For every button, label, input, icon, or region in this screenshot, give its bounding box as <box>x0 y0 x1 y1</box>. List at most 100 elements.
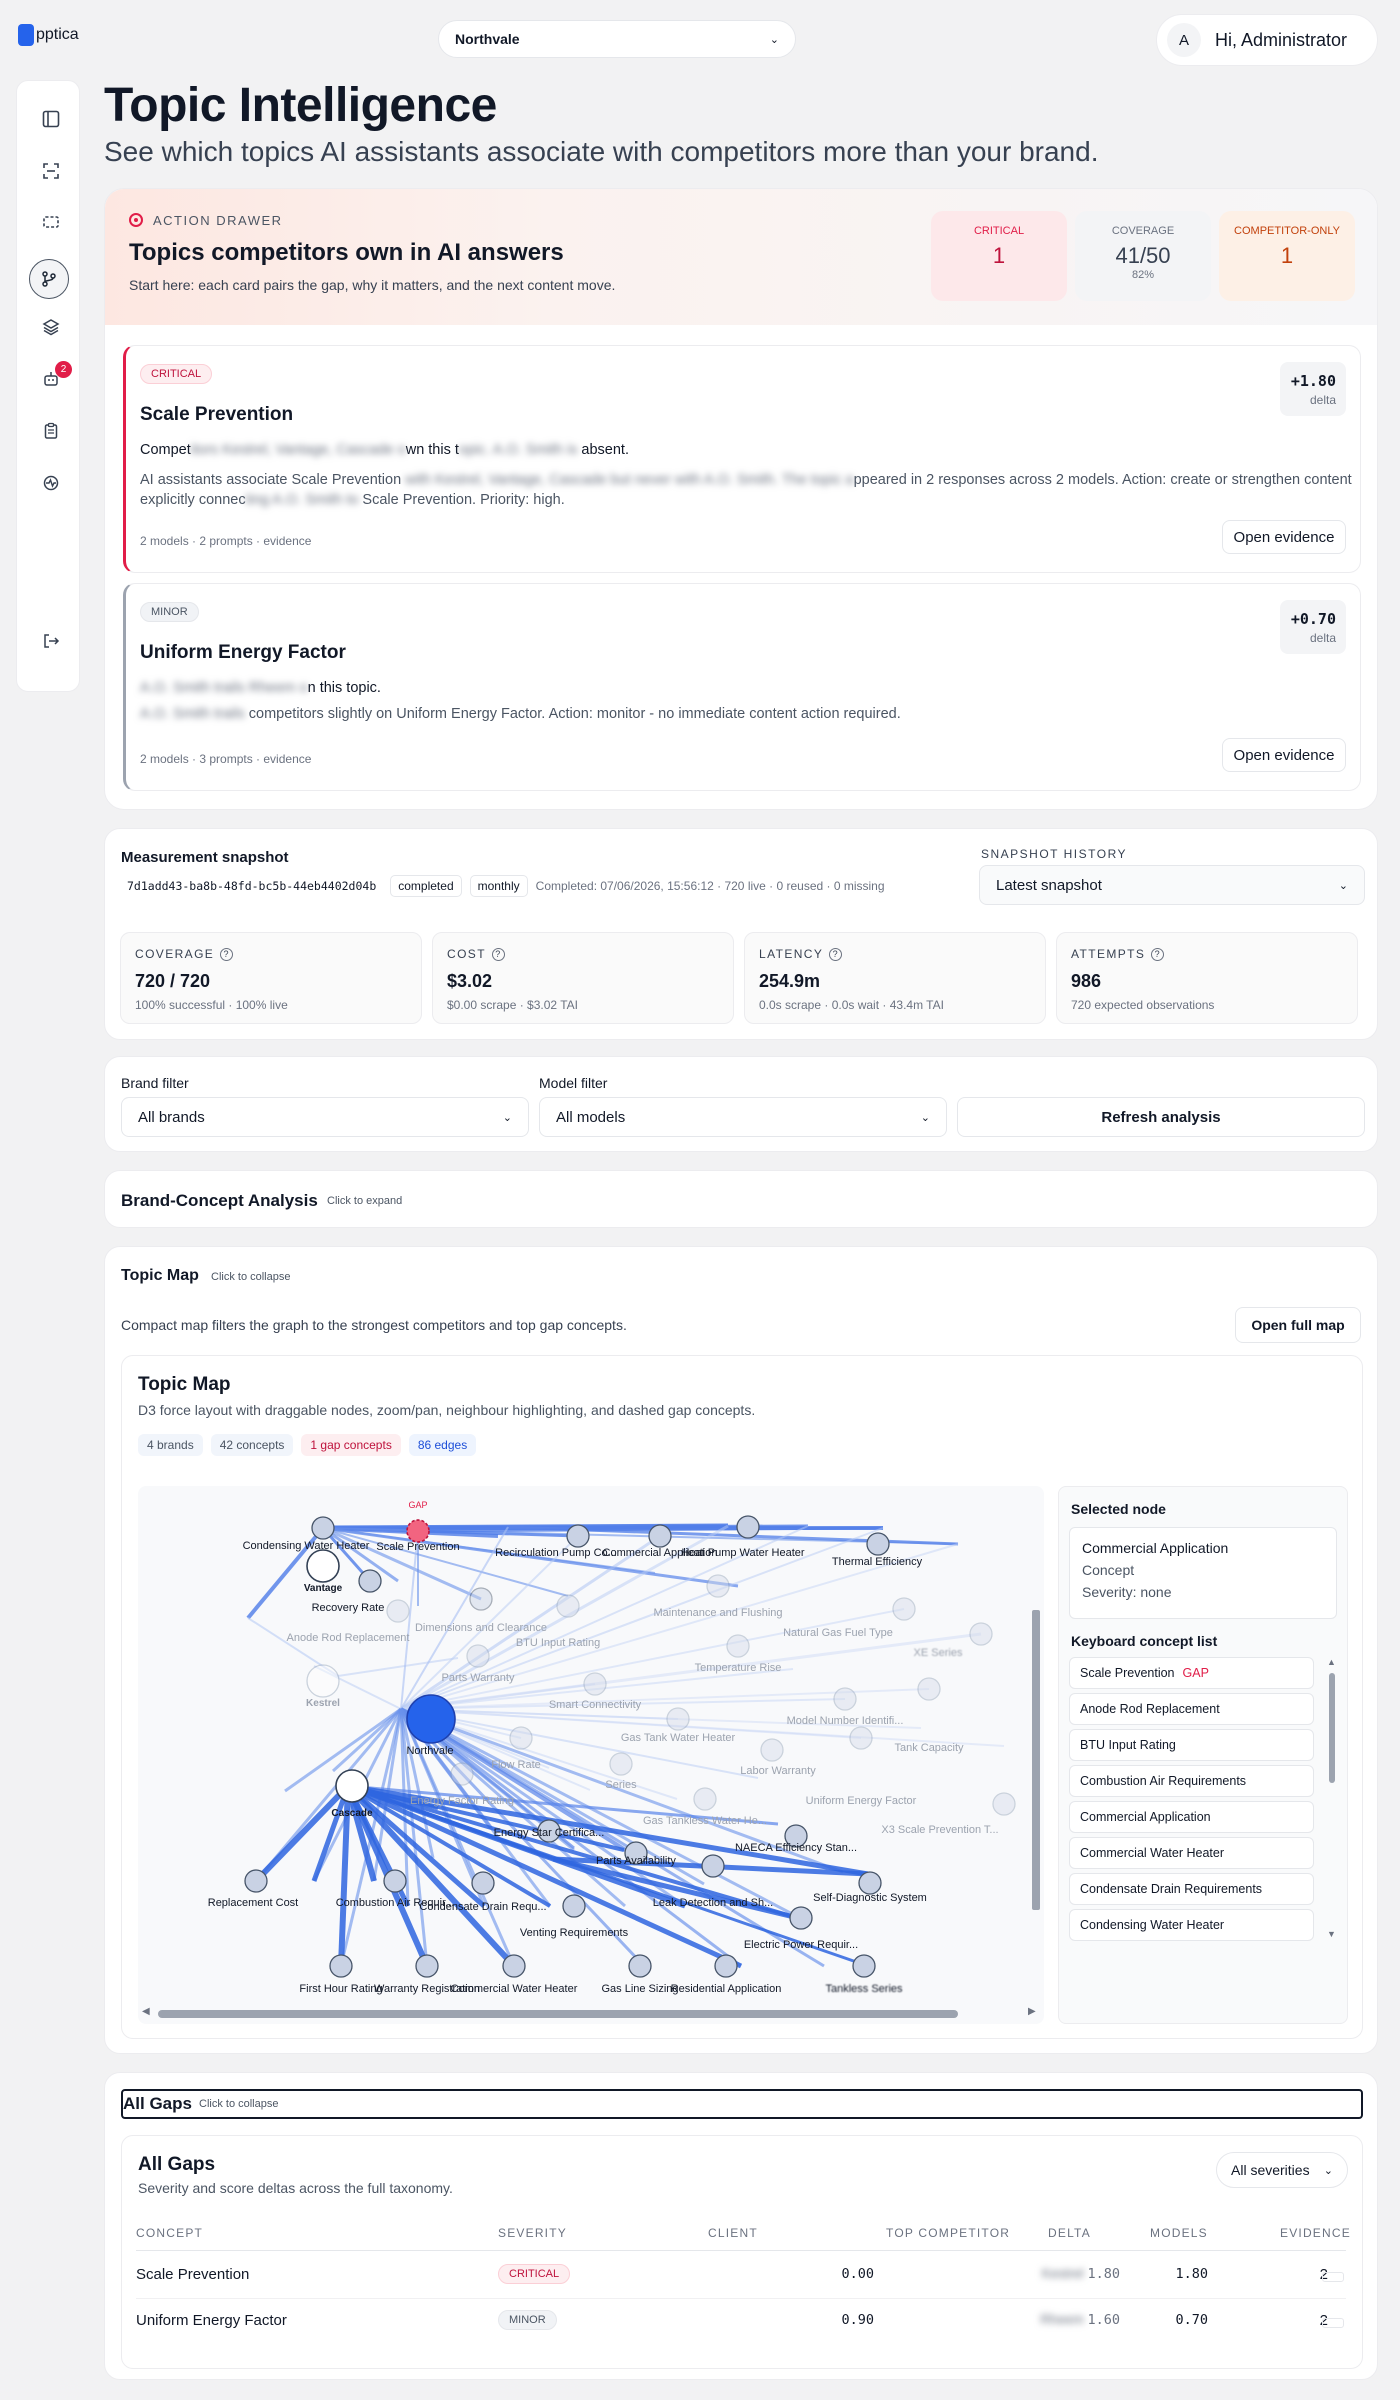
node-pw[interactable] <box>466 1644 490 1668</box>
col-delta: DELTA <box>1048 2226 1091 2240</box>
keyboard-concept-list[interactable]: Scale Prevention GAP Anode Rod Replacemen… <box>1069 1657 1339 1943</box>
node-rr[interactable] <box>358 1569 382 1593</box>
node-rp[interactable] <box>566 1524 590 1548</box>
node-ld[interactable] <box>701 1854 725 1878</box>
sidebar-toggle-icon[interactable] <box>35 103 67 135</box>
node-cwh2[interactable] <box>502 1954 526 1978</box>
graph-horizontal-scrollbar[interactable] <box>158 2010 958 2018</box>
node-sc[interactable] <box>583 1672 607 1696</box>
app-logo[interactable]: pptica <box>18 24 79 46</box>
list-scroll-down-icon[interactable]: ▼ <box>1327 1929 1336 1939</box>
help-icon[interactable]: ? <box>220 947 234 961</box>
node-lw[interactable] <box>760 1738 784 1762</box>
node-dc[interactable] <box>469 1587 493 1611</box>
node-uef[interactable] <box>849 1726 873 1750</box>
node-ng[interactable] <box>892 1597 916 1621</box>
node-gt[interactable] <box>666 1707 690 1731</box>
node-gls[interactable] <box>628 1954 652 1978</box>
evidence-button[interactable] <box>1322 2318 1344 2328</box>
node-ts[interactable] <box>852 1954 876 1978</box>
node-ra[interactable] <box>714 1954 738 1978</box>
node-northvale[interactable] <box>406 1694 456 1744</box>
node-fr[interactable] <box>509 1726 533 1750</box>
concept-list-item[interactable]: Condensate Drain Requirements <box>1069 1873 1314 1905</box>
scroll-right-icon[interactable]: ▶ <box>1028 2006 1036 2017</box>
user-menu[interactable]: A Hi, Administrator <box>1156 14 1378 66</box>
all-gaps-toggle[interactable]: All Gaps Click to collapse <box>121 2089 1363 2119</box>
clipboard-icon[interactable] <box>35 415 67 447</box>
gap-card-minor[interactable]: MINOR Uniform Energy Factor +0.70 delta … <box>123 583 1361 791</box>
node-cai[interactable] <box>383 1869 407 1893</box>
node-kestrel[interactable] <box>306 1664 340 1698</box>
competitor-name: Kestrel <box>1041 2266 1084 2281</box>
brand-concept-analysis[interactable]: Brand-Concept Analysis Click to expand <box>104 1170 1378 1228</box>
chevron-down-icon: ⌄ <box>920 1111 930 1124</box>
topic-map-section-title[interactable]: Topic Map <box>121 1267 199 1285</box>
node-ep[interactable] <box>789 1906 813 1930</box>
node-sp[interactable] <box>406 1519 430 1543</box>
message-icon[interactable] <box>35 207 67 239</box>
node-label-cwh2: Commercial Water Heater <box>451 1983 578 1995</box>
node-tc[interactable] <box>917 1677 941 1701</box>
node-x3[interactable] <box>992 1792 1016 1816</box>
refresh-analysis-button[interactable]: Refresh analysis <box>957 1097 1365 1137</box>
concept-list-item[interactable]: Commercial Application <box>1069 1801 1314 1833</box>
concept-list-item[interactable]: Combustion Air Requirements <box>1069 1765 1314 1797</box>
node-te[interactable] <box>866 1532 890 1556</box>
concept-list-item[interactable]: Scale Prevention GAP <box>1069 1657 1314 1689</box>
table-row[interactable]: Uniform Energy Factor MINOR 0.90 Rheem 1… <box>120 2298 1362 2344</box>
node-rc[interactable] <box>244 1869 268 1893</box>
severity-filter-select[interactable]: All severities ⌄ <box>1216 2152 1348 2188</box>
scan-icon[interactable] <box>35 155 67 187</box>
graph-vertical-scrollbar[interactable] <box>1032 1610 1040 1910</box>
node-hp[interactable] <box>736 1515 760 1539</box>
table-row[interactable]: Scale Prevention CRITICAL 0.00 Kestrel 1… <box>120 2252 1362 2298</box>
node-btu[interactable] <box>556 1594 580 1618</box>
node-ca[interactable] <box>648 1524 672 1548</box>
open-full-map-button[interactable]: Open full map <box>1235 1307 1361 1343</box>
help-icon[interactable]: ? <box>829 947 843 961</box>
concept-list-item[interactable]: Condensing Water Heater <box>1069 1909 1314 1941</box>
node-cascade[interactable] <box>335 1769 369 1803</box>
brand-filter-select[interactable]: All brands ⌄ <box>121 1097 529 1137</box>
node-tr[interactable] <box>726 1634 750 1658</box>
node-vr[interactable] <box>562 1894 586 1918</box>
node-cwh[interactable] <box>311 1516 335 1540</box>
node-ser[interactable] <box>609 1752 633 1776</box>
evidence-button[interactable] <box>1322 2272 1344 2282</box>
gap-card-critical[interactable]: CRITICAL Scale Prevention +1.80 delta Co… <box>123 345 1361 573</box>
logout-icon[interactable] <box>35 625 67 657</box>
layers-icon[interactable] <box>35 311 67 343</box>
concept-list-item[interactable]: Anode Rod Replacement <box>1069 1693 1314 1725</box>
workspace-select[interactable]: Northvale ⌄ <box>438 20 796 58</box>
help-icon[interactable]: ? <box>491 947 505 961</box>
list-scroll-up-icon[interactable]: ▲ <box>1327 1657 1336 1667</box>
scroll-left-icon[interactable]: ◀ <box>142 2006 150 2017</box>
node-wr[interactable] <box>415 1954 439 1978</box>
topic-map-graph[interactable]: Condensing Water Heater Scale Prevention R… <box>138 1486 1044 2024</box>
node-fhr[interactable] <box>329 1954 353 1978</box>
model-filter-select[interactable]: All models ⌄ <box>539 1097 947 1137</box>
node-xe[interactable] <box>969 1622 993 1646</box>
topics-branch-icon[interactable] <box>29 259 69 299</box>
node-sd[interactable] <box>858 1871 882 1895</box>
pulse-icon[interactable] <box>35 467 67 499</box>
open-evidence-button[interactable]: Open evidence <box>1222 520 1346 554</box>
node-mf[interactable] <box>706 1574 730 1598</box>
topic-map-card: Topic Map D3 force layout with draggable… <box>121 1355 1363 2039</box>
concept-list-item[interactable]: BTU Input Rating <box>1069 1729 1314 1761</box>
node-arr[interactable] <box>386 1599 410 1623</box>
node-cdr[interactable] <box>471 1871 495 1895</box>
node-mn[interactable] <box>833 1687 857 1711</box>
concept-list-item[interactable]: Commercial Water Heater <box>1069 1837 1314 1869</box>
node-vantage[interactable] <box>306 1549 340 1583</box>
open-evidence-button[interactable]: Open evidence <box>1222 738 1346 772</box>
node-label-ld: Leak Detection and Sh... <box>653 1897 773 1909</box>
list-scrollbar[interactable] <box>1329 1673 1335 1783</box>
topic-map-chips: 4 brands 42 concepts 1 gap concepts 86 e… <box>138 1434 477 1456</box>
node-gtl[interactable] <box>693 1787 717 1811</box>
node-efr[interactable] <box>450 1762 474 1786</box>
help-icon[interactable]: ? <box>1151 947 1165 961</box>
topic-map-svg[interactable]: Condensing Water Heater Scale Prevention R… <box>138 1486 1044 2024</box>
snapshot-history-select[interactable]: Latest snapshot ⌄ <box>979 865 1365 905</box>
